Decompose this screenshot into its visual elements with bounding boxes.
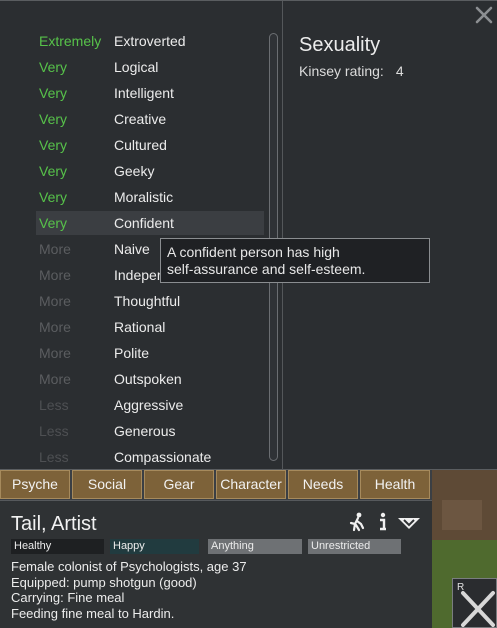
trait-name: Logical: [114, 59, 159, 75]
tab-social[interactable]: Social: [72, 470, 142, 499]
trait-name: Confident: [114, 215, 174, 231]
pawn-action-icons: [346, 511, 422, 533]
pawn-current-job: Feeding fine meal to Hardin.: [11, 605, 175, 621]
trait-level: More: [39, 345, 71, 361]
trait-row[interactable]: Less Generous: [36, 419, 264, 443]
trait-row[interactable]: Very Logical: [36, 55, 264, 79]
tooltip-line-2: self-assurance and self-esteem.: [167, 261, 366, 277]
pane-divider: [282, 1, 283, 471]
trait-row[interactable]: More Outspoken: [36, 367, 264, 391]
trait-name: Moralistic: [114, 189, 174, 205]
trait-name: Polite: [114, 345, 150, 361]
trait-name: Thoughtful: [114, 293, 181, 309]
trait-row[interactable]: More Thoughtful: [36, 289, 264, 313]
tab-needs[interactable]: Needs: [288, 470, 358, 499]
trait-level: Very: [39, 59, 68, 75]
sexuality-title: Sexuality: [299, 34, 381, 56]
trait-level: Very: [39, 85, 68, 101]
trait-name: Naive: [114, 241, 150, 257]
trait-list[interactable]: Extremely Extroverted Very Logical Very Intel…: [0, 1, 283, 471]
psyche-window: Extremely Extroverted Very Logical Very Intel…: [0, 0, 497, 471]
trait-row[interactable]: Less Compassionate: [36, 445, 264, 469]
crossed-swords-icon: [461, 591, 495, 627]
trait-name: Generous: [114, 423, 176, 439]
pawn-inspect-pane: Tail, Artist Healthy Happy Anything Unre…: [0, 500, 432, 628]
info-icon[interactable]: [372, 511, 394, 533]
trait-level: Very: [39, 137, 68, 153]
trait-row[interactable]: Very Cultured: [36, 133, 264, 157]
kinsey-rating: Kinsey rating: 4: [299, 63, 404, 79]
inspect-tab-bar: Psyche Social Gear Character Needs Healt…: [0, 470, 432, 500]
trait-name: Extroverted: [114, 33, 186, 49]
area-restriction-status[interactable]: Unrestricted: [308, 539, 401, 554]
tab-character[interactable]: Character: [216, 470, 286, 499]
trait-level: Very: [39, 215, 68, 231]
trait-row[interactable]: Very Intelligent: [36, 81, 264, 105]
trait-name: Creative: [114, 111, 167, 127]
mood-status: Happy: [110, 539, 199, 554]
sexuality-section: Sexuality Kinsey rating: 4: [299, 34, 404, 79]
trait-level: Very: [39, 111, 68, 127]
trait-level: More: [39, 267, 71, 283]
trait-row[interactable]: Very Confident: [36, 211, 264, 235]
trait-level: More: [39, 293, 71, 309]
rename-dropdown-icon[interactable]: [396, 511, 422, 533]
trait-name: Aggressive: [114, 397, 184, 413]
close-icon[interactable]: [473, 4, 495, 26]
pawn-info: Female colonist of Psychologists, age 37…: [11, 559, 247, 621]
trait-row[interactable]: More Rational: [36, 315, 264, 339]
trait-level: Very: [39, 189, 68, 205]
trait-row[interactable]: Very Moralistic: [36, 185, 264, 209]
trait-row[interactable]: Very Geeky: [36, 159, 264, 183]
trait-tooltip: A confident person has high self-assuran…: [160, 238, 430, 283]
trait-name: Geeky: [114, 163, 155, 179]
trait-level: Less: [39, 449, 69, 465]
trait-name: Cultured: [114, 137, 167, 153]
health-status: Healthy: [11, 539, 104, 554]
food-restriction-status[interactable]: Anything: [208, 539, 302, 554]
tab-health[interactable]: Health: [360, 470, 430, 499]
trait-level: Extremely: [39, 33, 102, 49]
trait-name: Outspoken: [114, 371, 182, 387]
trait-row[interactable]: More Polite: [36, 341, 264, 365]
trait-level: Less: [39, 397, 69, 413]
kinsey-value: 4: [395, 63, 404, 79]
kinsey-label: Kinsey rating:: [299, 63, 384, 79]
trait-name: Compassionate: [114, 449, 212, 465]
trait-row[interactable]: Extremely Extroverted: [36, 29, 264, 53]
map-terrain: [442, 500, 482, 530]
trait-level: Very: [39, 163, 68, 179]
pawn-name: Tail, Artist: [11, 513, 97, 535]
pawn-equipped: Equipped: pump shotgun (good): [11, 574, 197, 590]
trait-row[interactable]: Less Aggressive: [36, 393, 264, 417]
trait-level: More: [39, 241, 71, 257]
tooltip-line-1: A confident person has high: [167, 244, 340, 260]
tab-gear[interactable]: Gear: [144, 470, 214, 499]
trait-name: Rational: [114, 319, 166, 335]
trait-level: Less: [39, 423, 69, 439]
draft-pawn-icon[interactable]: [346, 511, 368, 533]
pawn-carrying: Carrying: Fine meal: [11, 590, 125, 605]
trait-level: More: [39, 319, 71, 335]
trait-row[interactable]: Very Creative: [36, 107, 264, 131]
tab-psyche[interactable]: Psyche: [0, 470, 70, 499]
trait-level: More: [39, 371, 71, 387]
trait-name: Indeper: [114, 267, 162, 283]
pawn-description: Female colonist of Psychologists, age 37: [11, 559, 247, 574]
trait-name: Intelligent: [114, 85, 174, 101]
attack-button[interactable]: R: [452, 578, 497, 628]
